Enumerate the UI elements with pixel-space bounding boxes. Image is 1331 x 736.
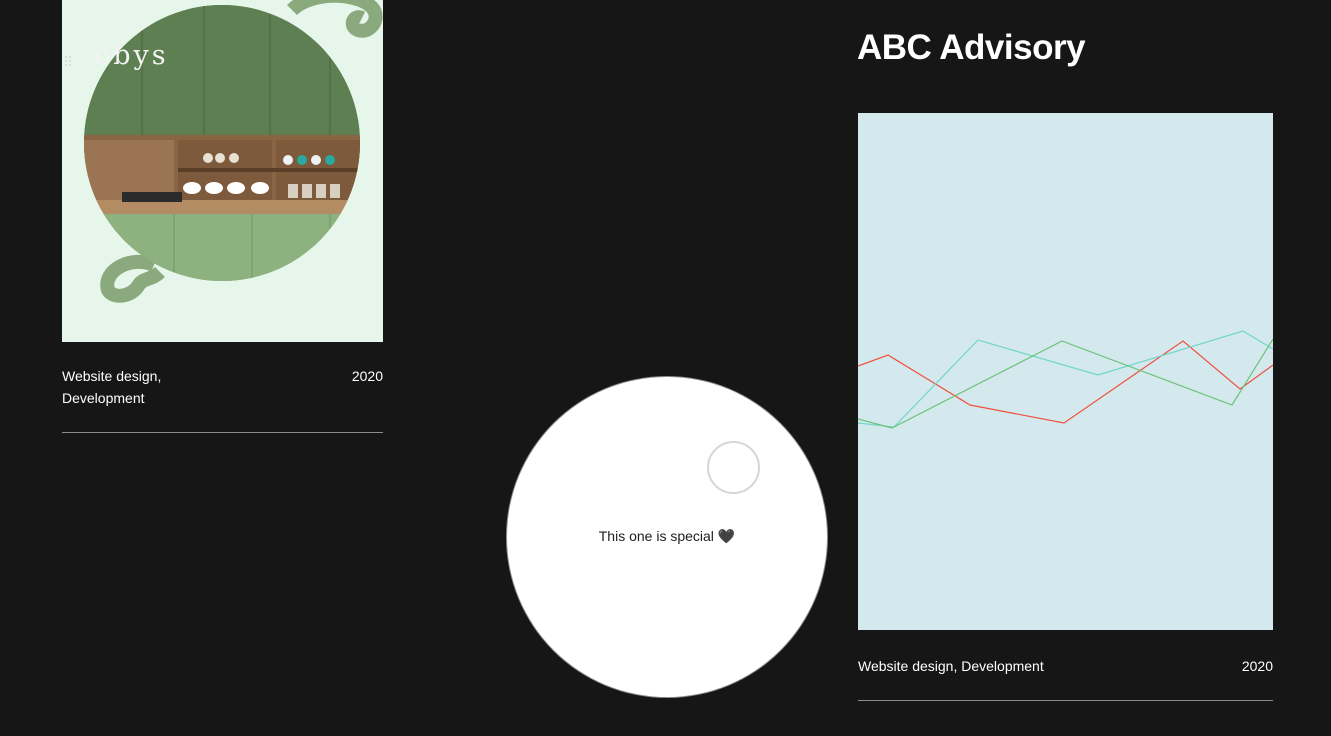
project-year: 2020	[351, 368, 383, 384]
divider	[858, 700, 1273, 701]
page: obys Website design, Development 2020 Th…	[0, 0, 1331, 736]
line-red	[858, 340, 1273, 424]
brand-logo[interactable]: obys	[94, 40, 169, 71]
cursor-hover-bubble: This one is special 🖤	[507, 377, 827, 697]
project-services: Website design, Development	[62, 368, 162, 406]
line-green	[858, 338, 1273, 429]
project-year: 2020	[1241, 658, 1273, 674]
cursor-label: This one is special 🖤	[598, 528, 736, 544]
menu-icon[interactable]	[64, 54, 74, 66]
line-illustration	[858, 330, 1273, 429]
project-meta: Website design, Development 2020	[62, 365, 383, 433]
project-title[interactable]: ABC Advisory	[857, 28, 1086, 68]
project-services: Website design, Development	[858, 658, 1044, 674]
divider	[62, 432, 383, 433]
project-meta: Website design, Development 2020	[858, 655, 1273, 701]
line-teal	[858, 330, 1273, 428]
cursor-ring	[707, 441, 760, 494]
project-thumbnail-lines[interactable]	[858, 113, 1273, 630]
